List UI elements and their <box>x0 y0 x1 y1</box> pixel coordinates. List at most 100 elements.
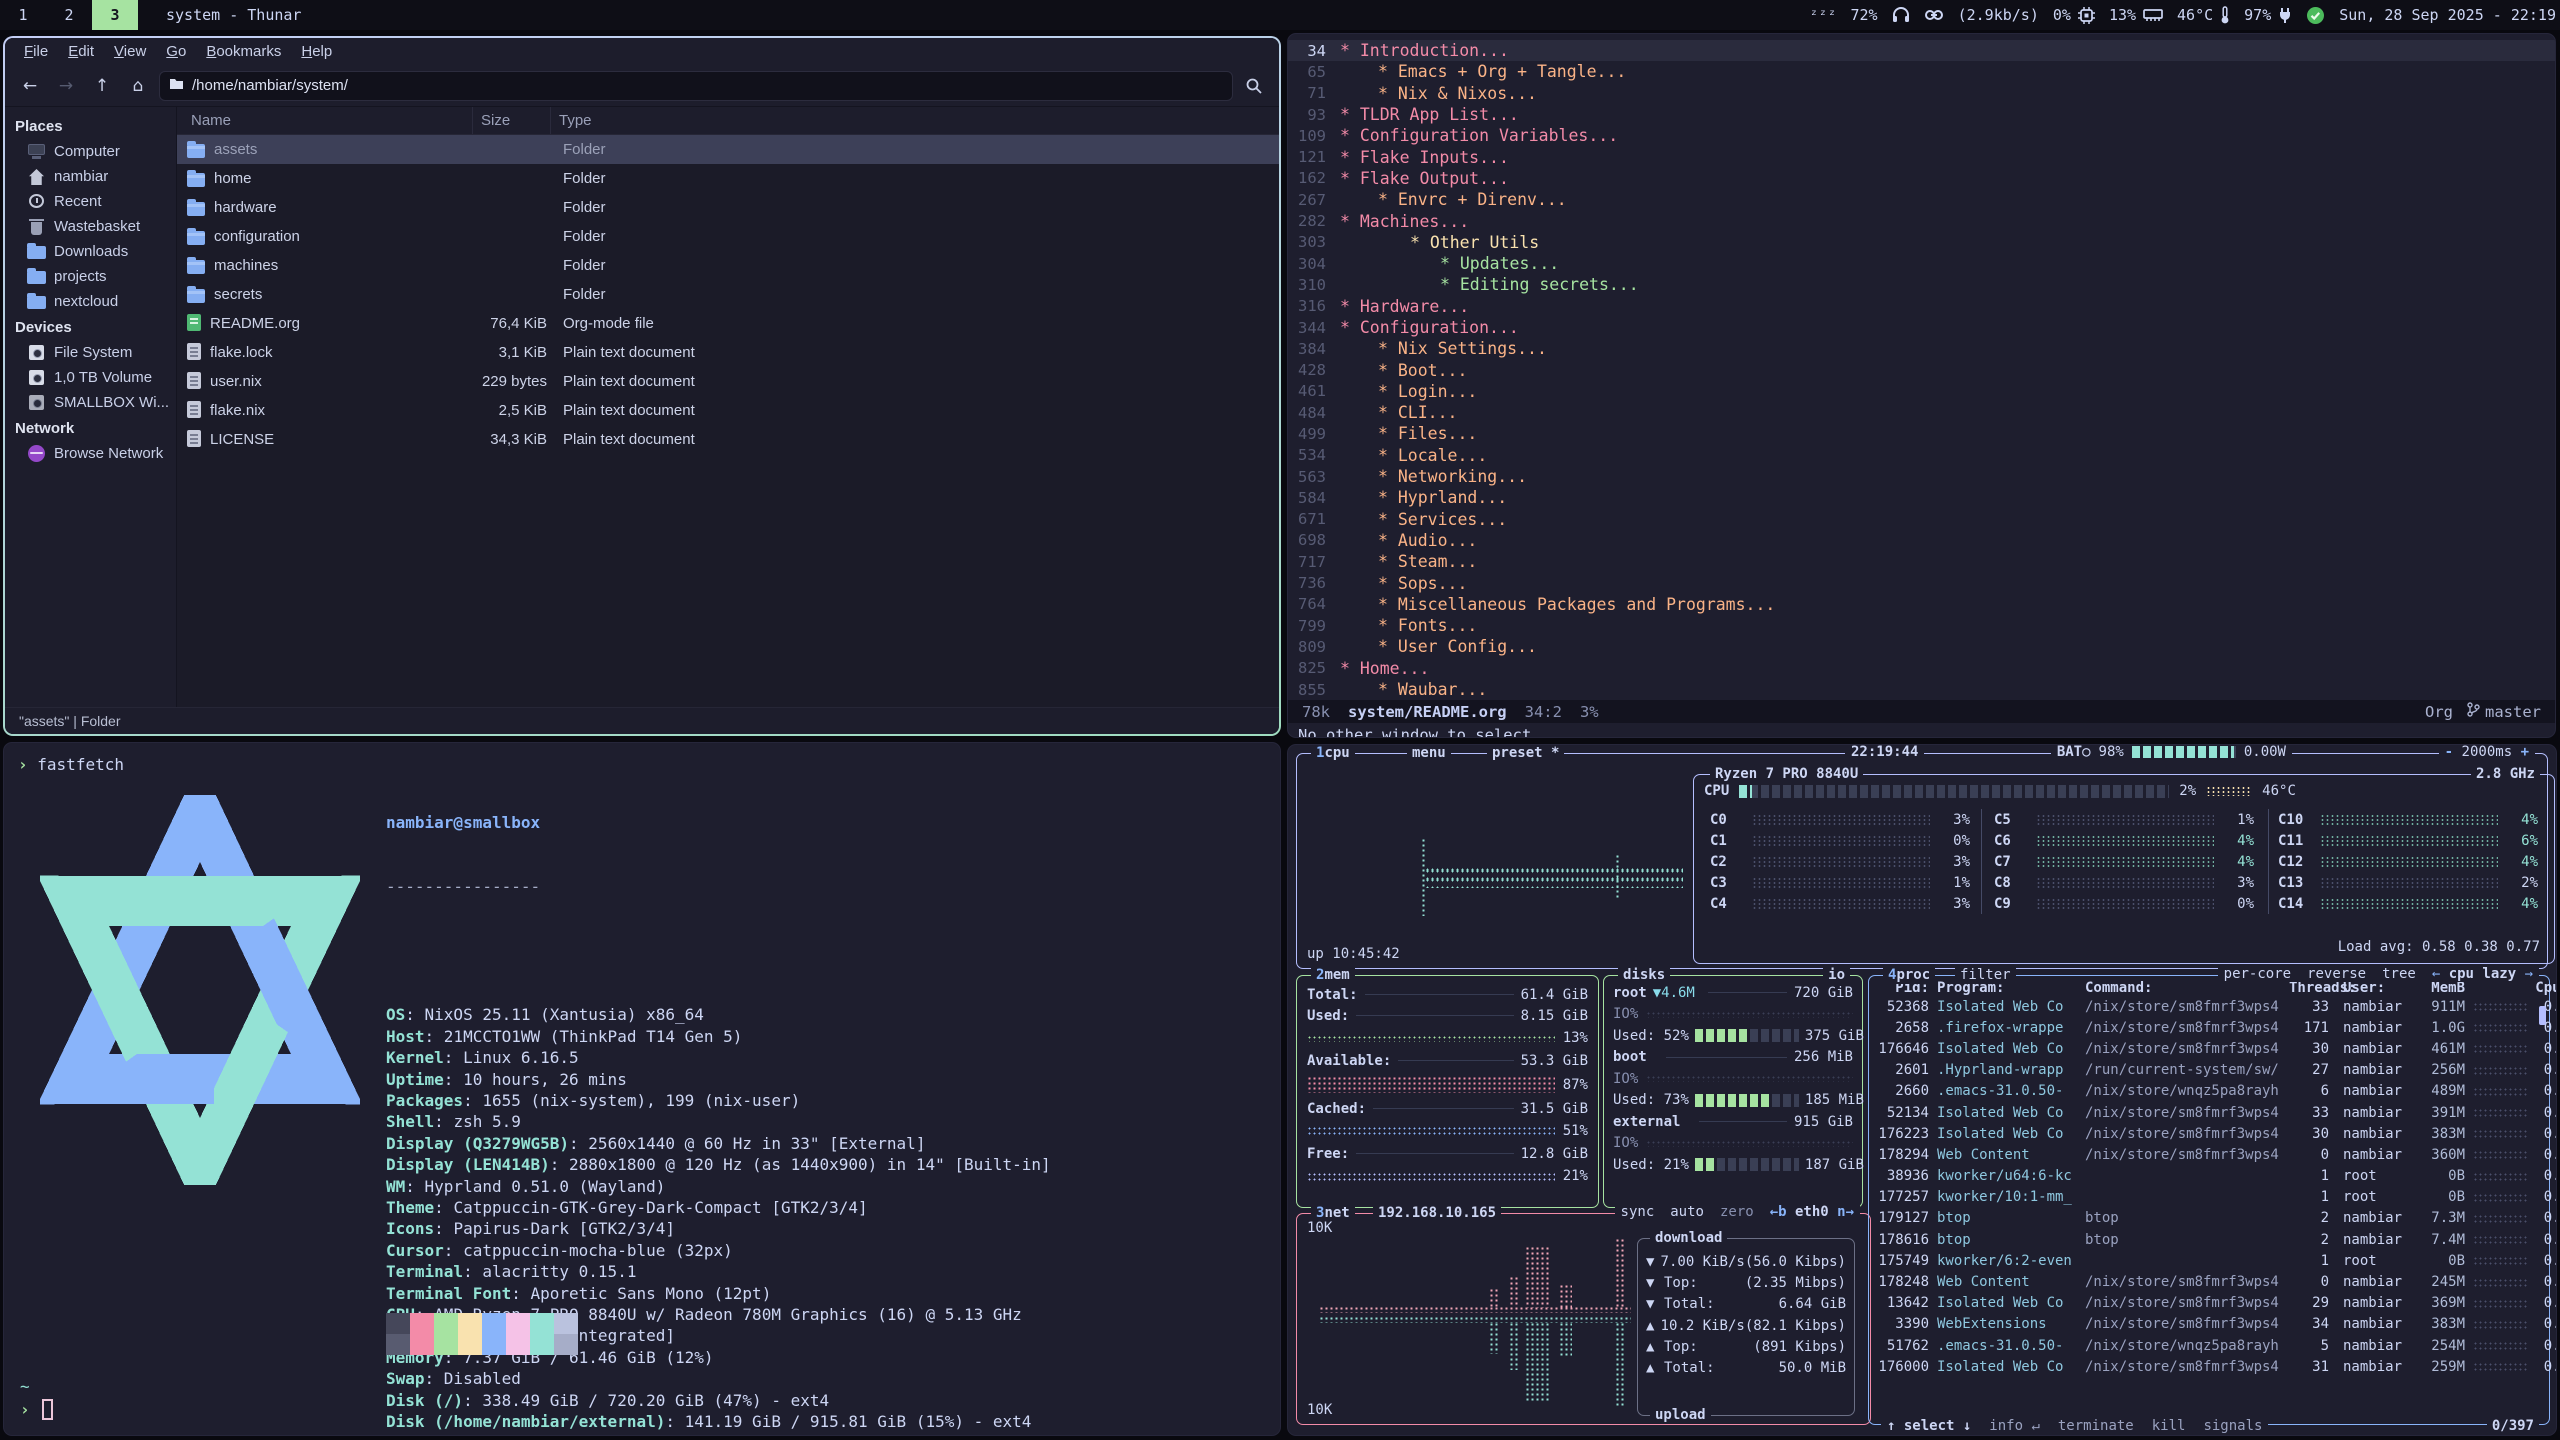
org-heading-line[interactable]: 671 * Services... <box>1288 509 2555 530</box>
org-heading-line[interactable]: 303 * Other Utils <box>1288 232 2555 253</box>
cpu-usage[interactable]: 0% <box>2053 6 2095 24</box>
file-row[interactable]: machines Folder <box>177 251 1279 280</box>
org-heading-line[interactable]: 809 * User Config... <box>1288 636 2555 657</box>
back-button[interactable]: ← <box>15 71 45 101</box>
proc-terminate-hint[interactable]: terminate <box>2058 1418 2134 1434</box>
net-sync-button[interactable]: sync <box>1621 1204 1655 1220</box>
workspace-button[interactable]: 3 <box>92 0 138 30</box>
process-row[interactable]: 51762 .emacs-31.0.50- /nix/store/wnqz5pa… <box>1869 1335 2549 1356</box>
org-heading-line[interactable]: 310 * Editing secrets... <box>1288 274 2555 295</box>
search-button[interactable] <box>1239 71 1269 101</box>
process-row[interactable]: 179127 btop btop 2 nambiar 7.3M 0.0 <box>1869 1208 2549 1229</box>
org-heading-line[interactable]: 93 * TLDR App List... <box>1288 104 2555 125</box>
org-heading-line[interactable]: 267 * Envrc + Direnv... <box>1288 189 2555 210</box>
menu-item[interactable]: Bookmarks <box>197 40 290 63</box>
process-row[interactable]: 178294 Web Content /nix/store/sm8fmrf3wp… <box>1869 1144 2549 1165</box>
org-heading-line[interactable]: 34 * Introduction... <box>1288 40 2555 61</box>
file-row[interactable]: flake.lock 3,1 KiB Plain text document <box>177 338 1279 367</box>
file-row[interactable]: secrets Folder <box>177 280 1279 309</box>
status-ok-icon[interactable] <box>2306 6 2325 25</box>
sidebar-item[interactable]: Recent <box>5 189 176 214</box>
sidebar-item[interactable]: File System <box>5 340 176 365</box>
org-heading-line[interactable]: 428 * Boot... <box>1288 359 2555 380</box>
org-heading-line[interactable]: 109 * Configuration Variables... <box>1288 125 2555 146</box>
org-heading-line[interactable]: 499 * Files... <box>1288 423 2555 444</box>
file-row[interactable]: user.nix 229 bytes Plain text document <box>177 367 1279 396</box>
clock[interactable]: Sun, 28 Sep 2025 - 22:19 <box>2339 6 2556 24</box>
terminal-window[interactable]: › fastfetch nambiar@smallbox -----------… <box>3 742 1281 1436</box>
org-heading-line[interactable]: 344 * Configuration... <box>1288 317 2555 338</box>
proc-select-hint[interactable]: ↑ select ↓ <box>1887 1418 1971 1434</box>
org-heading-line[interactable]: 282 * Machines... <box>1288 210 2555 231</box>
file-row[interactable]: hardware Folder <box>177 193 1279 222</box>
menu-item[interactable]: Help <box>292 40 341 63</box>
process-row[interactable]: 13642 Isolated Web Co /nix/store/sm8fmrf… <box>1869 1293 2549 1314</box>
column-header-size[interactable]: Size <box>473 107 551 134</box>
org-heading-line[interactable]: 121 * Flake Inputs... <box>1288 146 2555 167</box>
tab-cpu[interactable]: 1cpu <box>1311 744 1355 762</box>
sidebar-item[interactable]: Downloads <box>5 239 176 264</box>
org-heading-line[interactable]: 855 * Waubar... <box>1288 679 2555 700</box>
proc-kill-hint[interactable]: kill <box>2152 1418 2186 1434</box>
org-heading-line[interactable]: 736 * Sops... <box>1288 572 2555 593</box>
process-row[interactable]: 38936 kworker/u64:6-kc 1 root 0B 0.0 <box>1869 1166 2549 1187</box>
org-heading-line[interactable]: 162 * Flake Output... <box>1288 168 2555 189</box>
net-auto-button[interactable]: auto <box>1670 1204 1704 1220</box>
sidebar-item[interactable]: Computer <box>5 139 176 164</box>
process-row[interactable]: 2660 .emacs-31.0.50- /nix/store/wnqz5pa8… <box>1869 1081 2549 1102</box>
org-heading-line[interactable]: 534 * Locale... <box>1288 445 2555 466</box>
file-row[interactable]: LICENSE 34,3 KiB Plain text document <box>177 425 1279 454</box>
temperature[interactable]: 46°C <box>2177 6 2230 24</box>
tab-io[interactable]: io <box>1823 966 1850 984</box>
proc-info-hint[interactable]: info ↵ <box>1989 1418 2040 1434</box>
org-heading-line[interactable]: 717 * Steam... <box>1288 551 2555 572</box>
process-row[interactable]: 176646 Isolated Web Co /nix/store/sm8fmr… <box>1869 1038 2549 1059</box>
sidebar-item[interactable]: 1,0 TB Volume <box>5 365 176 390</box>
menu-item[interactable]: View <box>105 40 155 63</box>
process-row[interactable]: 52134 Isolated Web Co /nix/store/sm8fmrf… <box>1869 1102 2549 1123</box>
menu-item[interactable]: File <box>15 40 57 63</box>
proc-tree-button[interactable]: tree <box>2382 966 2416 982</box>
column-header-name[interactable]: Name <box>177 107 473 134</box>
org-heading-line[interactable]: 825 * Home... <box>1288 658 2555 679</box>
proc-filter-button[interactable]: filter <box>1955 966 2016 984</box>
org-heading-line[interactable]: 698 * Audio... <box>1288 530 2555 551</box>
sidebar-item[interactable]: nextcloud <box>5 289 176 314</box>
proc-signals-hint[interactable]: signals <box>2203 1418 2262 1434</box>
volume-level[interactable]: 72% <box>1851 6 1878 24</box>
org-heading-line[interactable]: 584 * Hyprland... <box>1288 487 2555 508</box>
battery-level[interactable]: 97% <box>2244 6 2292 24</box>
forward-button[interactable]: → <box>51 71 81 101</box>
org-heading-line[interactable]: 71 * Nix & Nixos... <box>1288 83 2555 104</box>
process-row[interactable]: 177257 kworker/10:1-mm_ 1 root 0B 0.0 <box>1869 1187 2549 1208</box>
terminal-cursor[interactable] <box>42 1399 53 1420</box>
process-row[interactable]: 178248 Web Content /nix/store/sm8fmrf3wp… <box>1869 1271 2549 1292</box>
sidebar-item[interactable]: nambiar <box>5 164 176 189</box>
file-row[interactable]: flake.nix 2,5 KiB Plain text document <box>177 396 1279 425</box>
preset-button[interactable]: preset * <box>1487 744 1564 762</box>
menu-button[interactable]: menu <box>1407 744 1451 762</box>
net-zero-button[interactable]: zero <box>1720 1204 1754 1220</box>
file-row[interactable]: README.org 76,4 KiB Org-mode file <box>177 309 1279 338</box>
path-bar[interactable]: /home/nambiar/system/ <box>159 71 1233 101</box>
proc-scrollbar-thumb[interactable] <box>2539 1006 2546 1025</box>
workspace-button[interactable]: 2 <box>46 0 92 30</box>
sidebar-item[interactable]: SMALLBOX Wi... <box>5 390 176 415</box>
tab-disks[interactable]: disks <box>1618 966 1670 984</box>
org-heading-line[interactable]: 764 * Miscellaneous Packages and Program… <box>1288 594 2555 615</box>
process-row[interactable]: 175749 kworker/6:2-even 1 root 0B 0.0 <box>1869 1250 2549 1271</box>
net-interface-switcher[interactable]: ←b eth0 n→ <box>1770 1204 1854 1220</box>
idle-inhibit-indicator[interactable]: ᶻᶻᶻ <box>1809 6 1836 24</box>
file-row[interactable]: configuration Folder <box>177 222 1279 251</box>
sidebar-item[interactable]: Browse Network <box>5 441 176 466</box>
sidebar-item[interactable]: projects <box>5 264 176 289</box>
process-row[interactable]: 176000 Isolated Web Co /nix/store/sm8fmr… <box>1869 1356 2549 1377</box>
proc-sort-switcher[interactable]: ← cpu lazy → <box>2432 966 2533 982</box>
home-button[interactable]: ⌂ <box>123 71 153 101</box>
org-heading-line[interactable]: 304 * Updates... <box>1288 253 2555 274</box>
tab-mem[interactable]: 2mem <box>1311 966 1355 984</box>
org-heading-line[interactable]: 484 * CLI... <box>1288 402 2555 423</box>
process-row[interactable]: 178616 btop btop 2 nambiar 7.4M 0.0 <box>1869 1229 2549 1250</box>
file-row[interactable]: assets Folder <box>177 135 1279 164</box>
memory-usage[interactable]: 13% <box>2109 6 2163 24</box>
